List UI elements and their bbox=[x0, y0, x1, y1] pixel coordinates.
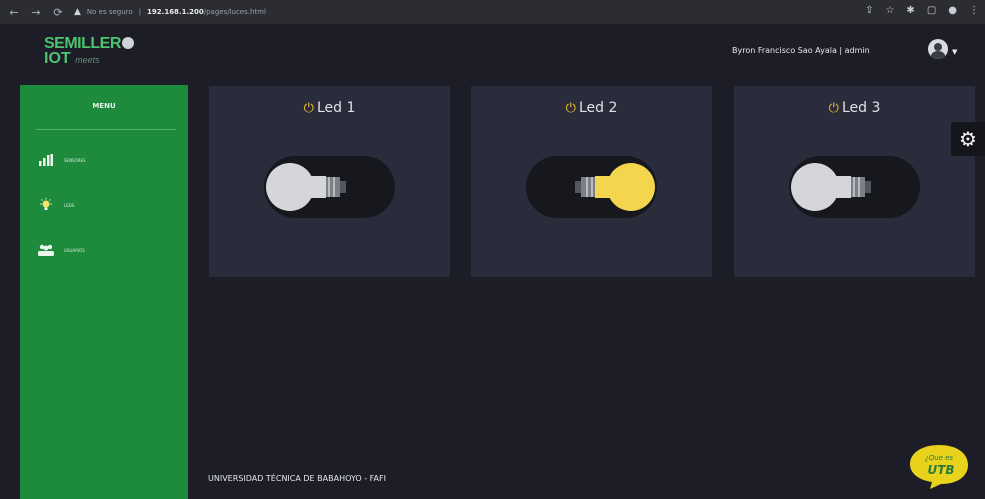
led-title: ⏻ Led 3 bbox=[828, 100, 881, 116]
share-icon[interactable]: ⇪ bbox=[865, 5, 873, 16]
avatar[interactable] bbox=[928, 39, 948, 59]
profile-icon[interactable]: ● bbox=[948, 5, 957, 16]
utb-badge[interactable]: ¿Que es UTB bbox=[908, 442, 970, 490]
users-icon bbox=[38, 243, 54, 257]
bulb-off-icon bbox=[791, 163, 871, 211]
sidebar: MENU SENSORES LEDS USUARIOS bbox=[20, 85, 188, 499]
warning-icon: ▲ bbox=[74, 7, 81, 17]
bar-chart-icon bbox=[38, 153, 54, 167]
sidebar-item-sensores[interactable]: SENSORES bbox=[38, 153, 86, 167]
badge-bottom-text: UTB bbox=[927, 463, 954, 477]
bulb-on-icon bbox=[575, 163, 655, 211]
lightbulb-icon bbox=[38, 198, 54, 212]
sidebar-item-usuarios[interactable]: USUARIOS bbox=[38, 243, 85, 257]
extensions-icon[interactable]: ✱ bbox=[906, 5, 914, 16]
browser-actions: ⇪ ☆ ✱ ▢ ● ⋮ bbox=[865, 5, 979, 16]
logo[interactable]: SEMILLER IOT meets bbox=[44, 36, 134, 68]
logo-line2: IOT bbox=[44, 50, 71, 67]
logo-tagline: meets bbox=[75, 55, 100, 65]
led-card-2: ⏻ Led 2 bbox=[471, 86, 712, 277]
divider bbox=[36, 129, 176, 130]
led-toggle-2[interactable] bbox=[526, 156, 657, 218]
sidebar-item-leds[interactable]: LEDS bbox=[38, 198, 74, 212]
window-icon[interactable]: ▢ bbox=[927, 5, 936, 16]
url-path: /pages/luces.html bbox=[203, 8, 266, 16]
power-icon: ⏻ bbox=[828, 101, 839, 116]
led-toggle-1[interactable] bbox=[264, 156, 395, 218]
reload-icon[interactable]: ⟳ bbox=[52, 6, 64, 19]
app-header: SEMILLER IOT meets Byron Francisco Sao A… bbox=[0, 24, 985, 81]
sidebar-item-label: USUARIOS bbox=[64, 247, 85, 253]
footer-text: UNIVERSIDAD TÉCNICA DE BABAHOYO - FAFI bbox=[208, 474, 386, 483]
url-host: 192.168.1.200 bbox=[147, 8, 204, 16]
led-card-1: ⏻ Led 1 bbox=[209, 86, 450, 277]
sidebar-item-label: LEDS bbox=[64, 202, 75, 208]
led-toggle-3[interactable] bbox=[789, 156, 920, 218]
sidebar-item-label: SENSORES bbox=[64, 157, 86, 163]
security-text: No es seguro bbox=[86, 8, 133, 16]
led-card-3: ⏻ Led 3 bbox=[734, 86, 975, 277]
badge-top-text: ¿Que es bbox=[925, 454, 954, 462]
bulb-off-icon bbox=[266, 163, 346, 211]
forward-icon[interactable]: → bbox=[30, 6, 42, 19]
logo-dot-icon bbox=[121, 37, 134, 49]
star-icon[interactable]: ☆ bbox=[885, 5, 894, 16]
browser-toolbar: ← → ⟳ ▲ No es seguro | 192.168.1.200/pag… bbox=[0, 0, 985, 24]
menu-dots-icon[interactable]: ⋮ bbox=[969, 5, 979, 16]
back-icon[interactable]: ← bbox=[8, 6, 20, 19]
browser-nav: ← → ⟳ bbox=[8, 6, 66, 19]
power-icon: ⏻ bbox=[303, 101, 314, 116]
settings-gear-icon[interactable]: ⚙ bbox=[951, 122, 985, 156]
led-title: ⏻ Led 1 bbox=[303, 100, 356, 116]
chevron-down-icon[interactable]: ▼ bbox=[952, 48, 957, 56]
led-title: ⏻ Led 2 bbox=[565, 100, 618, 116]
user-label: Byron Francisco Sao Ayala | admin bbox=[732, 46, 870, 55]
address-bar[interactable]: ▲ No es seguro | 192.168.1.200/pages/luc… bbox=[74, 7, 266, 17]
power-icon: ⏻ bbox=[565, 101, 576, 116]
menu-title: MENU bbox=[92, 102, 116, 110]
